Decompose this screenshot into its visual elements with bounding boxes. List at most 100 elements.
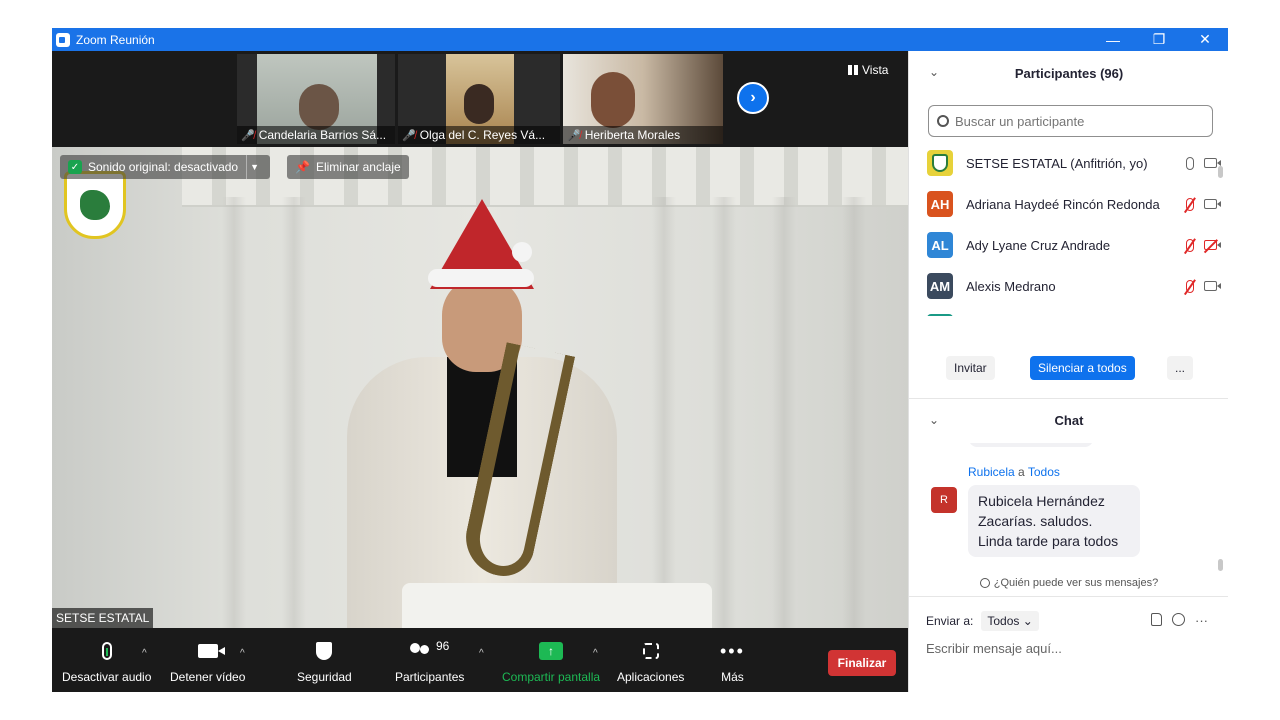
participant-avatar xyxy=(927,150,953,176)
muted-mic-icon: 🎤̸ xyxy=(241,129,255,142)
close-button[interactable]: ✕ xyxy=(1182,28,1228,51)
title-bar: Zoom Reunión — ❐ ✕ xyxy=(52,28,1228,51)
invite-button[interactable]: Invitar xyxy=(946,356,995,380)
minimize-button[interactable]: — xyxy=(1090,28,1136,51)
chat-scrollbar[interactable] xyxy=(1218,559,1223,571)
original-sound-chip[interactable]: ✓ Sonido original: desactivado ▼ xyxy=(60,155,271,179)
sender-to: a xyxy=(1018,465,1025,479)
muted-mic-icon[interactable] xyxy=(1186,238,1194,252)
mute-all-button[interactable]: Silenciar a todos xyxy=(1030,356,1135,380)
next-page-button[interactable]: › xyxy=(737,82,769,114)
more-label: Más xyxy=(721,670,744,684)
search-icon xyxy=(937,115,949,127)
participant-name: Adriana Haydeé Rincón Redonda xyxy=(966,196,1160,212)
zoom-window: Zoom Reunión — ❐ ✕ 🎤̸ Candelaria Barrios … xyxy=(52,28,1228,692)
participant-row[interactable]: SETSE ESTATAL (Anfitrión, yo) xyxy=(927,146,1221,180)
participant-row[interactable]: AH Adriana Haydeé Rincón Redonda xyxy=(927,187,1221,221)
end-meeting-button[interactable]: Finalizar xyxy=(828,650,896,676)
video-stage: 🎤̸ Candelaria Barrios Sá... 🎤̸ Olga del C.… xyxy=(52,51,908,692)
restore-button[interactable]: ❐ xyxy=(1136,28,1182,51)
sender-name: Rubicela xyxy=(968,465,1015,479)
security-shield-icon: ✓ xyxy=(68,160,82,174)
grid-view-icon xyxy=(848,65,858,75)
chevron-down-icon[interactable]: ▼ xyxy=(246,155,262,179)
participant-row[interactable]: AM Alexis Medrano xyxy=(927,269,1221,303)
share-screen-label: Compartir pantalla xyxy=(502,670,601,684)
file-icon[interactable] xyxy=(1151,613,1162,626)
who-can-see-link[interactable]: ¿Quién puede ver sus mensajes? xyxy=(909,577,1228,589)
participant-avatar xyxy=(927,314,953,316)
chat-messages: Rubicela a Todos R Rubicela Hernández Za… xyxy=(909,443,1221,573)
view-button-label: Vista xyxy=(862,63,889,77)
mute-audio-button[interactable]: Desactivar audio xyxy=(62,638,151,684)
chat-avatar: R xyxy=(931,487,957,513)
security-label: Seguridad xyxy=(297,670,352,684)
more-icon[interactable]: ··· xyxy=(1195,613,1208,628)
unpin-button[interactable]: 📌 Eliminar anclaje xyxy=(287,155,409,179)
chat-title: Chat xyxy=(1054,412,1084,428)
participant-search[interactable] xyxy=(928,105,1213,137)
participant-search-input[interactable] xyxy=(955,113,1195,129)
chat-divider xyxy=(909,596,1228,597)
send-to-row: Enviar a: Todos ⌄ xyxy=(926,611,1039,631)
thumbnail-name: Olga del C. Reyes Vá... xyxy=(419,128,546,142)
participants-options-caret[interactable]: ^ xyxy=(479,648,484,659)
video-camera-icon[interactable] xyxy=(1204,281,1221,291)
participant-name: Ady Lyane Cruz Andrade xyxy=(966,237,1111,253)
pin-icon: 📌 xyxy=(295,160,310,174)
muted-mic-icon[interactable] xyxy=(1186,279,1194,293)
view-button[interactable]: Vista xyxy=(848,63,888,77)
participant-actions: Invitar Silenciar a todos ... xyxy=(909,356,1228,382)
send-to-label: Enviar a: xyxy=(926,614,974,628)
chat-message-input[interactable] xyxy=(926,641,1216,656)
person-icon xyxy=(979,578,990,588)
participants-scrollbar[interactable] xyxy=(1218,166,1223,178)
participant-avatar: AH xyxy=(927,191,953,217)
participant-name: Alexis Medrano xyxy=(966,278,1056,294)
more-button[interactable]: ••• Más xyxy=(720,638,745,685)
share-screen-icon: ↑ xyxy=(539,642,564,660)
participants-title: Participantes (96) xyxy=(1014,65,1124,81)
muted-mic-icon: 🎤̸ xyxy=(402,129,416,142)
thumbnail-name: Heriberta Morales xyxy=(584,128,681,142)
muted-mic-icon[interactable] xyxy=(1186,197,1194,211)
more-participant-options-button[interactable]: ... xyxy=(1167,356,1194,380)
participant-row[interactable]: AL Ady Lyane Cruz Andrade xyxy=(927,228,1221,262)
emoji-icon[interactable] xyxy=(1172,613,1185,626)
share-options-caret[interactable]: ^ xyxy=(593,648,598,659)
video-options-caret[interactable]: ^ xyxy=(240,648,245,659)
original-sound-label: Sonido original: desactivado xyxy=(88,160,239,174)
thumbnail-tile[interactable]: 🎤̸ Candelaria Barrios Sá... xyxy=(237,54,395,144)
unpin-label: Eliminar anclaje xyxy=(315,160,401,174)
participants-count: 96 xyxy=(436,639,450,653)
video-camera-icon xyxy=(197,644,225,658)
meeting-toolbar: Desactivar audio ^ Detener vídeo ^ Segur… xyxy=(52,628,908,692)
thumbnail-tile[interactable]: 🎤̸ Heriberta Morales xyxy=(563,54,723,144)
send-to-dropdown[interactable]: Todos ⌄ xyxy=(981,611,1039,631)
microphone-icon[interactable] xyxy=(1186,156,1194,170)
apps-button[interactable]: Aplicaciones xyxy=(617,638,684,684)
video-camera-icon[interactable] xyxy=(1204,158,1221,168)
audio-options-caret[interactable]: ^ xyxy=(142,648,147,659)
side-panel: ⌄ Participantes (96) SETSE ESTATAL (Anfi… xyxy=(908,51,1228,692)
participant-avatar: AM xyxy=(927,273,953,299)
stop-video-button[interactable]: Detener vídeo xyxy=(170,638,245,684)
participants-button[interactable]: 96 Participantes xyxy=(395,638,464,684)
message-recipient: Todos xyxy=(1027,465,1060,479)
participant-list: SETSE ESTATAL (Anfitrión, yo) AH Adriana… xyxy=(909,146,1221,316)
video-off-icon[interactable] xyxy=(1204,240,1221,250)
apps-icon xyxy=(642,643,659,659)
participant-avatar: AL xyxy=(927,232,953,258)
zoom-app-icon xyxy=(56,32,70,47)
security-button[interactable]: Seguridad xyxy=(297,638,352,684)
video-camera-icon[interactable] xyxy=(1204,199,1221,209)
thumbnail-name: Candelaria Barrios Sá... xyxy=(258,128,387,142)
participants-label: Participantes xyxy=(395,670,465,684)
mute-audio-label: Desactivar audio xyxy=(62,670,152,684)
who-can-see-label: ¿Quién puede ver sus mensajes? xyxy=(993,577,1159,589)
thumbnail-tile[interactable]: 🎤̸ Olga del C. Reyes Vá... xyxy=(398,54,560,144)
microphone-icon xyxy=(101,642,112,660)
music-stand xyxy=(402,583,712,628)
participant-row[interactable] xyxy=(927,310,1217,316)
share-screen-button[interactable]: ↑ Compartir pantalla xyxy=(502,638,600,684)
